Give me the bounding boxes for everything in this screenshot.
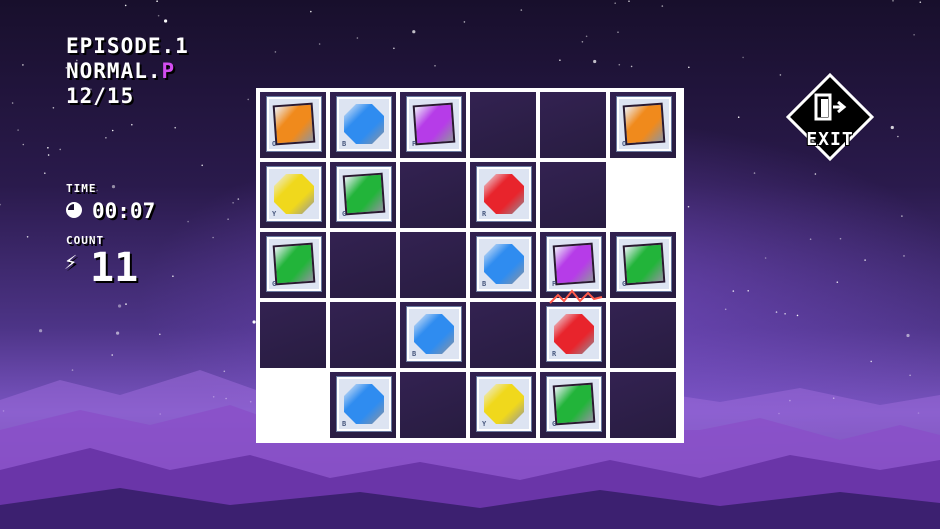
gem-letter: R bbox=[552, 350, 557, 358]
board-cell-green[interactable]: G bbox=[260, 232, 326, 298]
gem-letter: B bbox=[342, 140, 347, 148]
gem-letter: B bbox=[412, 350, 417, 358]
gem-letter: R bbox=[482, 210, 487, 218]
gem-tile[interactable]: B bbox=[337, 97, 391, 151]
door-exit-icon bbox=[814, 93, 847, 121]
board-cell-purple[interactable]: P bbox=[400, 92, 466, 158]
board-cell-red[interactable]: R bbox=[470, 162, 536, 228]
orange-gem-icon bbox=[622, 102, 666, 146]
blue-gem-icon bbox=[344, 104, 384, 144]
board-cell-yellow[interactable]: Y bbox=[260, 162, 326, 228]
board-cell-empty[interactable] bbox=[260, 302, 326, 368]
board-cell-empty[interactable] bbox=[540, 92, 606, 158]
gem-letter: G bbox=[272, 280, 277, 288]
board-cell-empty[interactable] bbox=[610, 162, 676, 228]
purple-gem-icon bbox=[552, 242, 596, 286]
gem-letter: G bbox=[552, 420, 557, 428]
board-cell-blue[interactable]: B bbox=[470, 232, 536, 298]
yellow-gem-icon bbox=[484, 384, 524, 424]
board-cell-blue[interactable]: B bbox=[330, 372, 396, 438]
board-cell-blue[interactable]: B bbox=[330, 92, 396, 158]
board-cell-empty[interactable] bbox=[400, 232, 466, 298]
clock-icon bbox=[66, 202, 82, 218]
exit-button[interactable]: EXIT bbox=[785, 72, 875, 162]
gem-tile[interactable]: B bbox=[407, 307, 461, 361]
spark-effect bbox=[549, 289, 603, 304]
blue-gem-icon bbox=[344, 384, 384, 424]
gem-letter: O bbox=[622, 140, 627, 148]
board-cell-green[interactable]: G bbox=[610, 232, 676, 298]
board-cell-red[interactable]: R bbox=[540, 302, 606, 368]
green-gem-icon bbox=[272, 242, 316, 286]
gem-tile[interactable]: O bbox=[617, 97, 671, 151]
difficulty-suffix: P bbox=[161, 59, 176, 83]
time-value: 00:07 bbox=[92, 199, 156, 223]
board-cell-empty[interactable] bbox=[330, 302, 396, 368]
board-cell-empty[interactable] bbox=[400, 372, 466, 438]
blue-gem-icon bbox=[484, 244, 524, 284]
gem-tile[interactable]: G bbox=[337, 167, 391, 221]
board-cell-yellow[interactable]: Y bbox=[470, 372, 536, 438]
board-cell-green[interactable]: G bbox=[330, 162, 396, 228]
gem-tile[interactable]: P bbox=[547, 237, 601, 291]
episode-label: EPISODE.1 bbox=[66, 34, 189, 58]
gem-tile[interactable]: G bbox=[617, 237, 671, 291]
gem-tile[interactable]: Y bbox=[267, 167, 321, 221]
board-cell-blue[interactable]: B bbox=[400, 302, 466, 368]
time-label: TIME bbox=[66, 182, 97, 195]
board-cell-orange[interactable]: O bbox=[260, 92, 326, 158]
green-gem-icon bbox=[622, 242, 666, 286]
board-cell-empty[interactable] bbox=[610, 372, 676, 438]
gem-letter: P bbox=[412, 140, 417, 148]
green-gem-icon bbox=[342, 172, 386, 216]
gem-tile[interactable]: B bbox=[337, 377, 391, 431]
board-cell-empty[interactable] bbox=[400, 162, 466, 228]
board-cell-orange[interactable]: O bbox=[610, 92, 676, 158]
board-cell-empty[interactable] bbox=[470, 92, 536, 158]
gem-letter: O bbox=[272, 140, 277, 148]
gem-tile[interactable]: B bbox=[477, 237, 531, 291]
gem-letter: G bbox=[342, 210, 347, 218]
board-cell-empty[interactable] bbox=[470, 302, 536, 368]
gem-tile[interactable]: R bbox=[547, 307, 601, 361]
purple-gem-icon bbox=[412, 102, 456, 146]
puzzle-board: O B P O Y G R G B P G B R B Y G bbox=[256, 88, 684, 443]
gem-tile[interactable]: Y bbox=[477, 377, 531, 431]
gem-tile[interactable]: R bbox=[477, 167, 531, 221]
green-gem-icon bbox=[552, 382, 596, 426]
exit-label: EXIT bbox=[806, 129, 854, 150]
blue-gem-icon bbox=[414, 314, 454, 354]
board-cell-empty[interactable] bbox=[540, 162, 606, 228]
red-gem-icon bbox=[554, 314, 594, 354]
gem-letter: G bbox=[622, 280, 627, 288]
orange-gem-icon bbox=[272, 102, 316, 146]
difficulty-label: NORMAL.P bbox=[66, 59, 175, 83]
gem-letter: Y bbox=[482, 420, 487, 428]
board-cell-empty[interactable] bbox=[330, 232, 396, 298]
board-cell-green[interactable]: G bbox=[540, 372, 606, 438]
gem-letter: Y bbox=[272, 210, 277, 218]
gem-tile[interactable]: O bbox=[267, 97, 321, 151]
gem-tile[interactable]: G bbox=[547, 377, 601, 431]
gem-tile[interactable]: G bbox=[267, 237, 321, 291]
lightning-icon: ⚡ bbox=[64, 250, 78, 275]
gem-letter: B bbox=[342, 420, 347, 428]
gem-tile[interactable]: P bbox=[407, 97, 461, 151]
board-cell-empty[interactable] bbox=[260, 372, 326, 438]
count-value: 11 bbox=[90, 245, 139, 291]
board-cell-empty[interactable] bbox=[610, 302, 676, 368]
red-gem-icon bbox=[484, 174, 524, 214]
difficulty-text: NORMAL. bbox=[66, 59, 162, 83]
stage-progress: 12/15 bbox=[66, 84, 135, 108]
gem-letter: B bbox=[482, 280, 487, 288]
yellow-gem-icon bbox=[274, 174, 314, 214]
